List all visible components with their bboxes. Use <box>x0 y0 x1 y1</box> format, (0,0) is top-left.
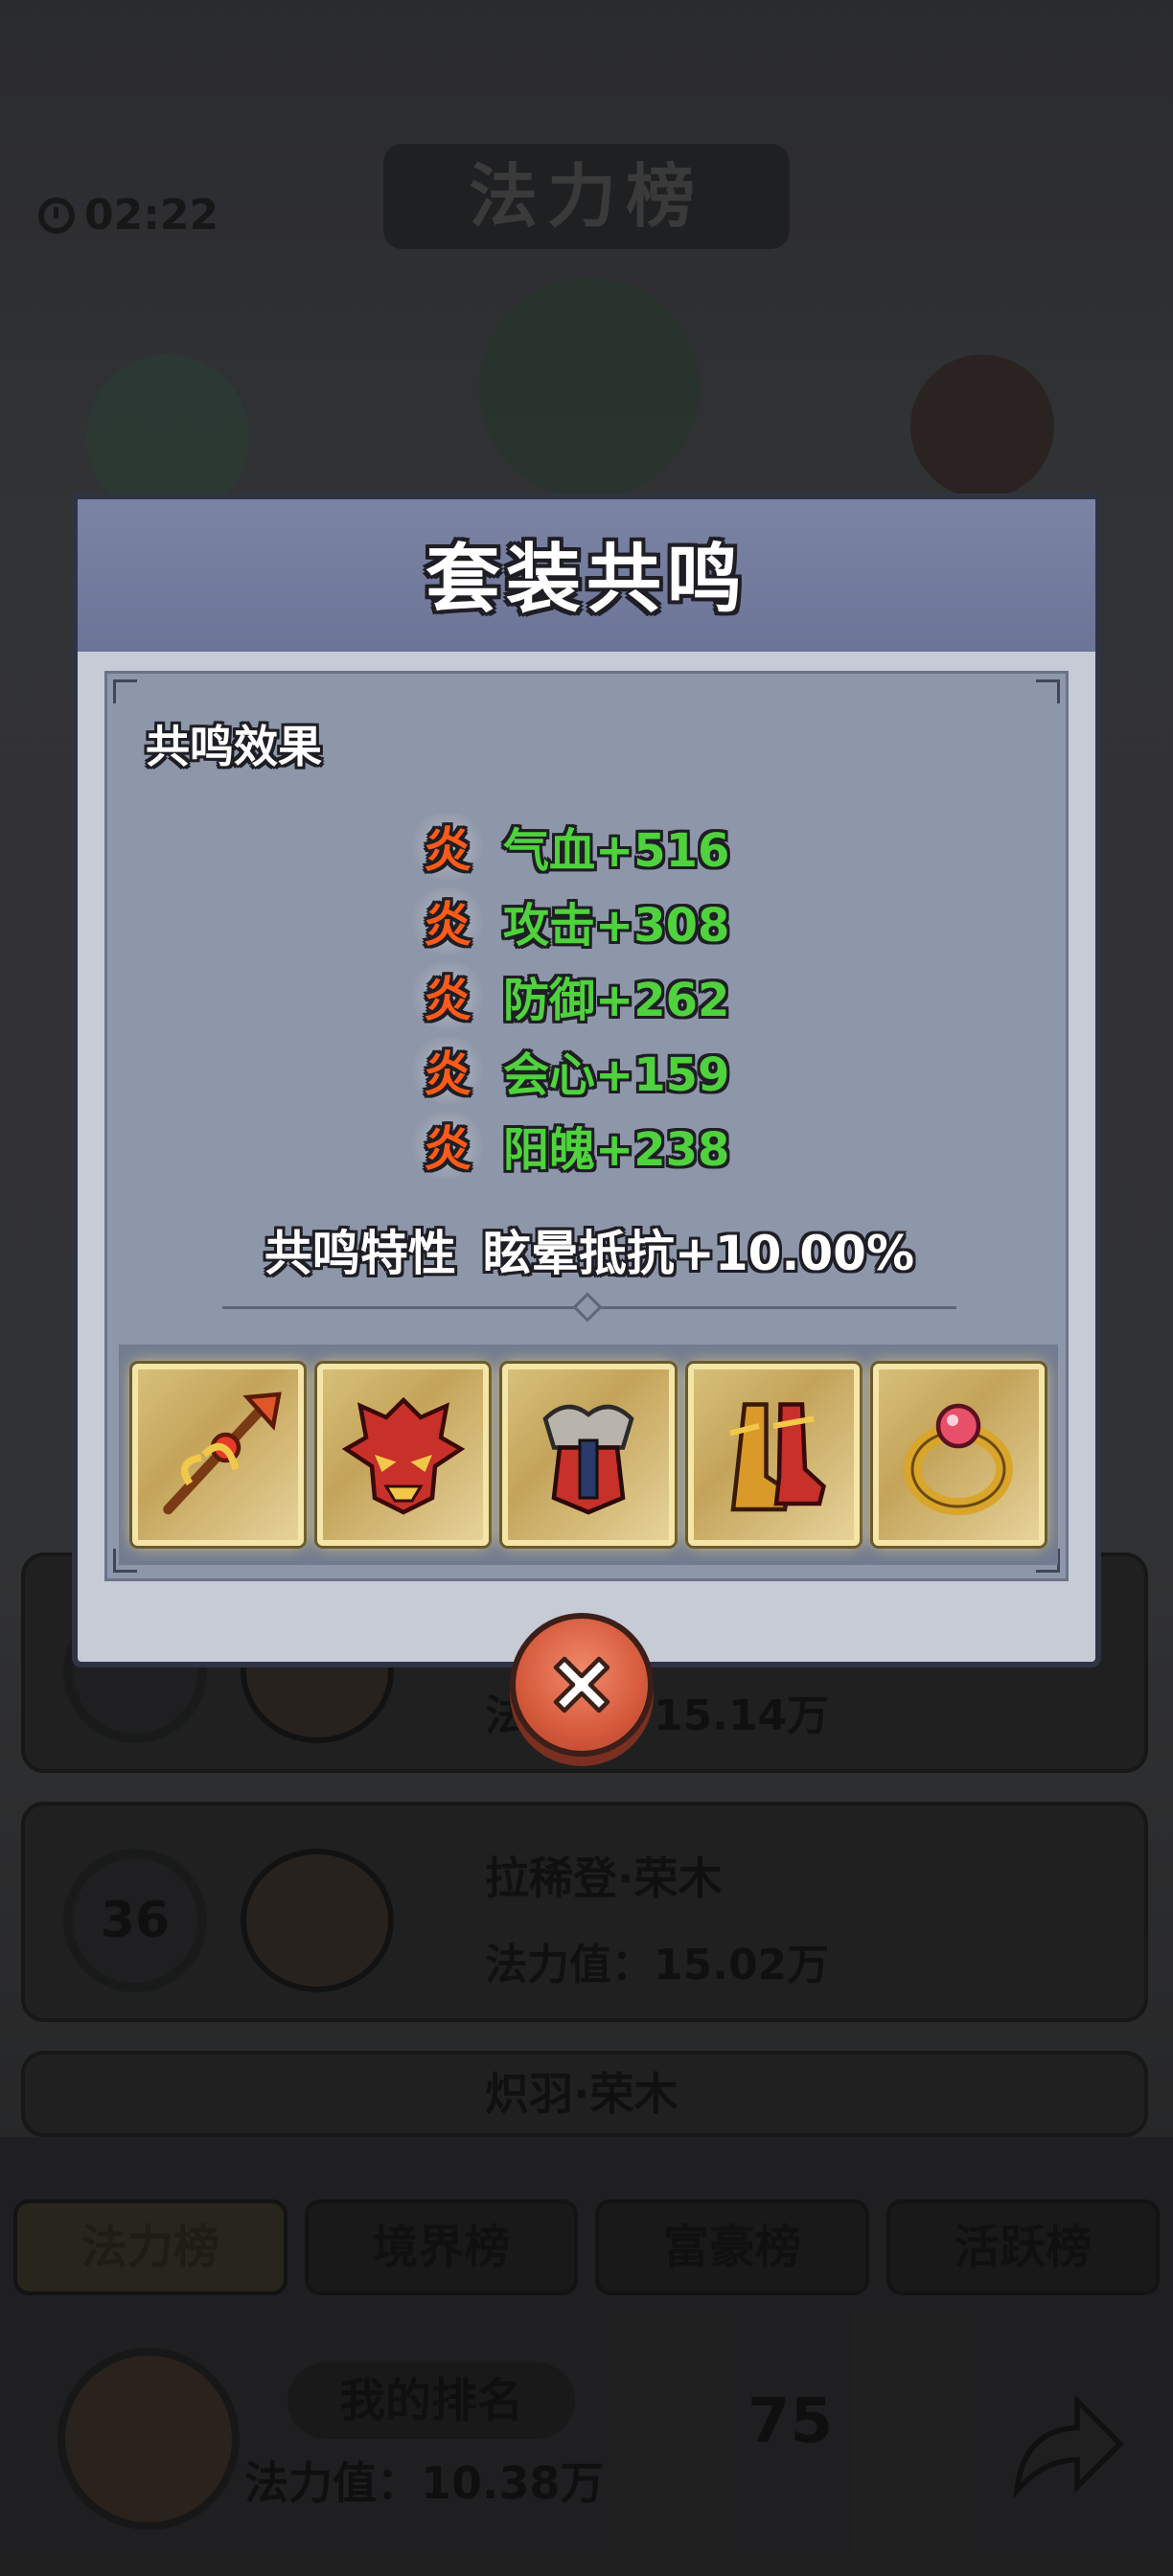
fire-element-icon: 炎 <box>409 1037 486 1104</box>
close-icon <box>553 1656 610 1714</box>
stat-bonus: 防御+262 <box>503 974 730 1027</box>
fire-element-icon: 炎 <box>409 1112 486 1179</box>
equipment-slot-ring[interactable] <box>872 1364 1046 1546</box>
dialog-title: 套装共鸣 <box>425 537 748 623</box>
equipment-strip <box>119 1345 1058 1565</box>
trait-value: 眩晕抵抗+10.00% <box>482 1226 915 1281</box>
stat-row: 炎 会心+159 <box>409 1037 729 1104</box>
dialog-body: 共鸣效果 炎 气血+516 炎 攻击+308 炎 防御+262 炎 会心+159… <box>72 652 1101 1668</box>
demon-mask-icon <box>341 1396 466 1515</box>
stat-row: 炎 防御+262 <box>409 962 729 1029</box>
boots-icon <box>729 1402 827 1512</box>
resonance-panel: 共鸣效果 炎 气血+516 炎 攻击+308 炎 防御+262 炎 会心+159… <box>104 671 1069 1581</box>
armor-icon <box>542 1404 634 1515</box>
stat-row: 炎 气血+516 <box>409 813 729 880</box>
stat-bonus: 会心+159 <box>503 1048 730 1102</box>
resonance-trait: 共鸣特性 眩晕抵抗+10.00% <box>107 1215 1071 1284</box>
stat-bonus: 阳魄+238 <box>503 1123 730 1177</box>
resonance-effect-title: 共鸣效果 <box>146 721 322 772</box>
equipment-slot-helmet[interactable] <box>317 1364 490 1546</box>
stat-row: 炎 阳魄+238 <box>409 1112 729 1179</box>
fire-element-icon: 炎 <box>409 813 486 880</box>
ring-icon <box>904 1403 1014 1515</box>
stat-row: 炎 攻击+308 <box>409 887 729 954</box>
equipment-slot-boots[interactable] <box>687 1364 860 1546</box>
equipment-slot-weapon[interactable] <box>132 1364 305 1546</box>
staff-weapon-icon <box>162 1392 282 1515</box>
trait-label: 共鸣特性 <box>264 1226 456 1281</box>
equipment-slot-armor[interactable] <box>502 1364 675 1546</box>
stat-bonus: 攻击+308 <box>503 899 730 953</box>
set-resonance-dialog: 套装共鸣 共鸣效果 炎 气血+516 炎 攻击+308 炎 防御+262 炎 会 <box>72 494 1101 1682</box>
stat-bonus: 气血+516 <box>503 824 730 878</box>
divider-ornament <box>572 1292 603 1322</box>
dialog-header: 套装共鸣 <box>72 494 1101 666</box>
corner-ornament <box>1036 679 1060 703</box>
close-button[interactable] <box>510 1613 654 1757</box>
fire-element-icon: 炎 <box>409 962 486 1029</box>
corner-ornament <box>113 679 137 703</box>
fire-element-icon: 炎 <box>409 887 486 954</box>
